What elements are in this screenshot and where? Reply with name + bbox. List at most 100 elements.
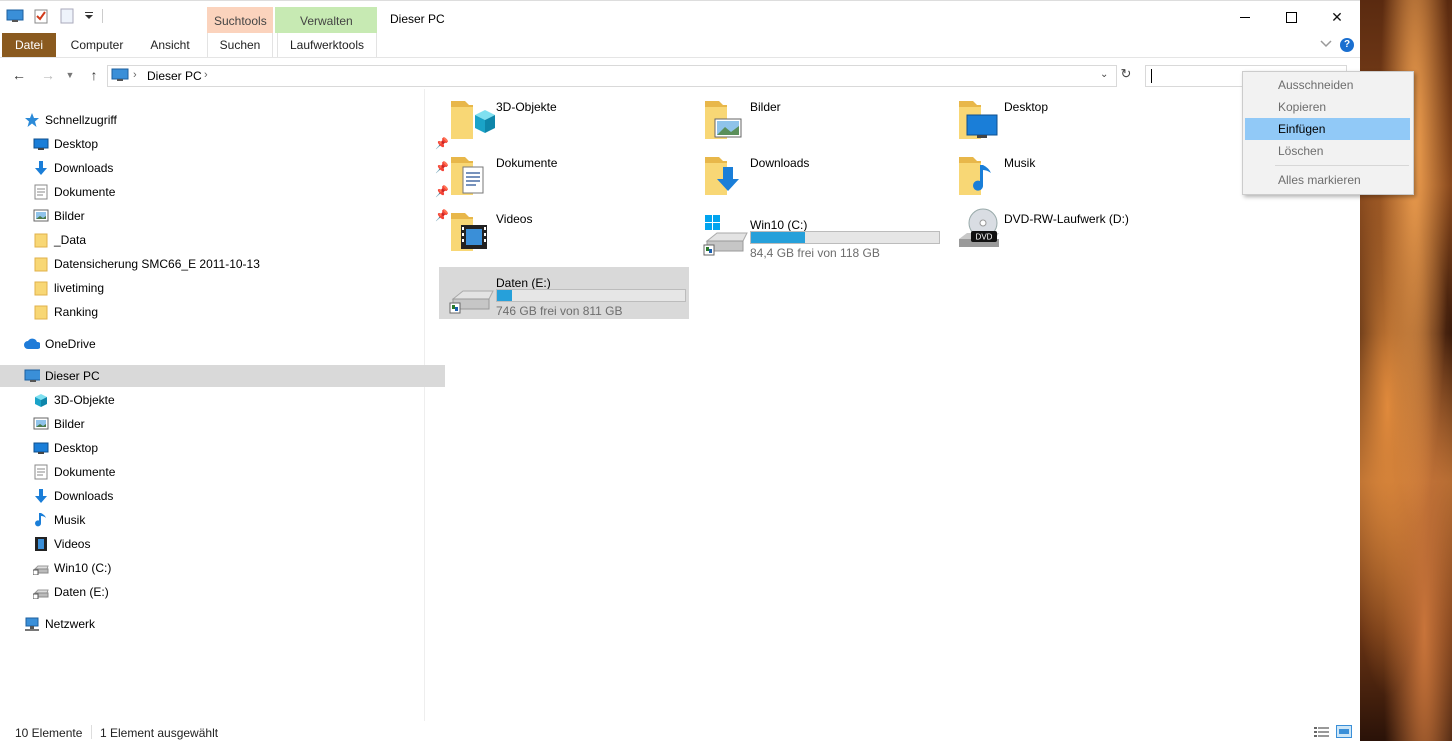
nav-quick-access[interactable]: Schnellzugriff <box>0 109 445 131</box>
drive-tile-daten-e[interactable]: Daten (E:) 746 GB frei von 811 GB <box>439 267 689 319</box>
nav-item-label: Bilder <box>54 417 85 431</box>
computer-icon[interactable] <box>6 8 24 24</box>
tile-label: Dokumente <box>496 156 558 170</box>
nav-network-label: Netzwerk <box>45 617 96 631</box>
nav-network[interactable]: Netzwerk <box>0 613 445 635</box>
nav-pc-item-desktop[interactable]: Desktop <box>0 437 454 459</box>
menu-item-l-schen[interactable]: Löschen <box>1245 140 1410 162</box>
minimize-button[interactable] <box>1222 1 1268 33</box>
nav-qa-item-bilder[interactable]: Bilder 📌 <box>0 205 454 227</box>
tile-label: Win10 (C:) <box>750 218 808 232</box>
details-view-icon <box>1314 727 1329 737</box>
new-folder-icon[interactable] <box>58 8 76 24</box>
menu-item-alles-markieren[interactable]: Alles markieren <box>1245 169 1410 191</box>
tab-search[interactable]: Suchen <box>207 33 273 57</box>
nav-pc-item-win10-c[interactable]: Win10 (C:) <box>0 557 454 579</box>
drive-tile-dvd-rw-laufwerk-d[interactable]: DVD DVD-RW-Laufwerk (D:) <box>947 203 1197 255</box>
nav-item-label: Downloads <box>54 489 114 503</box>
address-bar[interactable]: › Dieser PC › ⌄ <box>107 65 1117 87</box>
folder-tile-videos[interactable]: Videos <box>439 203 689 255</box>
folder-tile-musik[interactable]: Musik <box>947 147 1197 199</box>
ribbon-tabs: Datei Computer Ansicht Suchen Laufwerkto… <box>0 33 1360 58</box>
tiles-view-button[interactable] <box>1336 725 1352 742</box>
details-view-button[interactable] <box>1314 726 1330 741</box>
address-dropdown-icon[interactable]: ⌄ <box>1100 69 1108 80</box>
context-menu: Ausschneiden Kopieren Einfügen Löschen Alles… <box>1242 71 1414 195</box>
window-title: Dieser PC <box>390 12 445 26</box>
tab-view[interactable]: Ansicht <box>140 33 200 57</box>
drive-free-space: 746 GB frei von 811 GB <box>496 304 623 318</box>
refresh-button[interactable]: ↻ <box>1117 66 1135 84</box>
folder-icon <box>701 93 749 141</box>
nav-qa-item-desktop[interactable]: Desktop 📌 <box>0 133 454 155</box>
breadcrumb-this-pc[interactable]: Dieser PC <box>147 69 202 83</box>
folder-tile-bilder[interactable]: Bilder <box>693 91 943 143</box>
folder-icon <box>33 232 49 248</box>
nav-qa-item-ranking[interactable]: Ranking <box>0 301 454 323</box>
properties-icon[interactable] <box>32 8 50 24</box>
tile-label: Musik <box>1004 156 1036 170</box>
title-bar: Suchtools Verwalten Dieser PC ✕ <box>0 1 1360 33</box>
nav-qa-item-data[interactable]: _Data <box>0 229 454 251</box>
menu-item-kopieren[interactable]: Kopieren <box>1245 96 1410 118</box>
menu-item-ausschneiden[interactable]: Ausschneiden <box>1245 74 1410 96</box>
folder-tile-3d-objekte[interactable]: 3D-Objekte <box>439 91 689 143</box>
nav-onedrive-label: OneDrive <box>45 337 96 351</box>
hard-drive-icon <box>701 211 749 259</box>
tab-drive-tools[interactable]: Laufwerktools <box>277 33 377 57</box>
text-caret <box>1151 69 1152 83</box>
nav-pc-item-musik[interactable]: Musik <box>0 509 454 531</box>
quick-access-toolbar <box>6 8 103 24</box>
drive-tile-win10-c[interactable]: Win10 (C:) 84,4 GB frei von 118 GB <box>693 209 943 261</box>
nav-pc-item-bilder[interactable]: Bilder <box>0 413 454 435</box>
manage-label: Verwalten <box>300 14 353 28</box>
search-tools-header: Suchtools <box>207 7 273 33</box>
hard-drive-icon <box>447 269 495 317</box>
nav-item-label: Downloads <box>54 161 114 175</box>
svg-text:DVD: DVD <box>976 233 993 242</box>
help-button[interactable]: ? <box>1340 38 1354 52</box>
drive-free-space: 84,4 GB frei von 118 GB <box>750 246 880 260</box>
recent-locations-button[interactable]: ▼ <box>64 66 76 84</box>
star-icon <box>24 112 40 128</box>
breadcrumb-chevron-icon[interactable]: › <box>204 69 208 81</box>
arrow-up-icon: ↑ <box>90 67 98 83</box>
nav-qa-item-downloads[interactable]: Downloads 📌 <box>0 157 454 179</box>
breadcrumb-separator-icon[interactable]: › <box>133 69 137 81</box>
folder-tile-downloads[interactable]: Downloads <box>693 147 943 199</box>
nav-qa-item-datensicherung-smc66-e-2011-10-13[interactable]: Datensicherung SMC66_E 2011-10-13 <box>0 253 454 275</box>
dvd-drive-icon: DVD <box>955 205 1003 253</box>
tab-file[interactable]: Datei <box>2 33 56 57</box>
folder-tile-dokumente[interactable]: Dokumente <box>439 147 689 199</box>
pictures-icon <box>33 416 49 432</box>
menu-item-einf-gen[interactable]: Einfügen <box>1245 118 1410 140</box>
folder-tile-desktop[interactable]: Desktop <box>947 91 1197 143</box>
download-icon <box>33 488 49 504</box>
maximize-button[interactable] <box>1268 1 1314 33</box>
customize-toolbar-icon[interactable] <box>84 8 94 24</box>
music-icon <box>33 512 49 528</box>
nav-qa-item-livetiming[interactable]: livetiming <box>0 277 454 299</box>
close-button[interactable]: ✕ <box>1314 1 1360 33</box>
nav-this-pc[interactable]: Dieser PC <box>0 365 445 387</box>
up-button[interactable]: ↑ <box>85 66 103 84</box>
back-button[interactable]: ← <box>10 66 28 84</box>
nav-item-label: Bilder <box>54 209 85 223</box>
nav-pc-item-videos[interactable]: Videos <box>0 533 454 555</box>
nav-onedrive[interactable]: OneDrive <box>0 333 445 355</box>
nav-pc-item-dokumente[interactable]: Dokumente <box>0 461 454 483</box>
minimize-icon <box>1240 16 1250 18</box>
expand-ribbon-button[interactable] <box>1320 38 1332 52</box>
status-separator <box>91 725 92 739</box>
forward-button[interactable]: → <box>39 66 57 84</box>
nav-pc-item-downloads[interactable]: Downloads <box>0 485 454 507</box>
nav-quick-access-label: Schnellzugriff <box>45 113 117 127</box>
arrow-left-icon: ← <box>12 67 26 83</box>
nav-pc-item-daten-e[interactable]: Daten (E:) <box>0 581 454 603</box>
tab-computer[interactable]: Computer <box>64 33 130 57</box>
folder-icon <box>33 256 49 272</box>
computer-icon <box>111 68 129 85</box>
nav-pc-item-3d-objekte[interactable]: 3D-Objekte <box>0 389 454 411</box>
nav-qa-item-dokumente[interactable]: Dokumente 📌 <box>0 181 454 203</box>
drive-usage-bar <box>750 231 940 244</box>
